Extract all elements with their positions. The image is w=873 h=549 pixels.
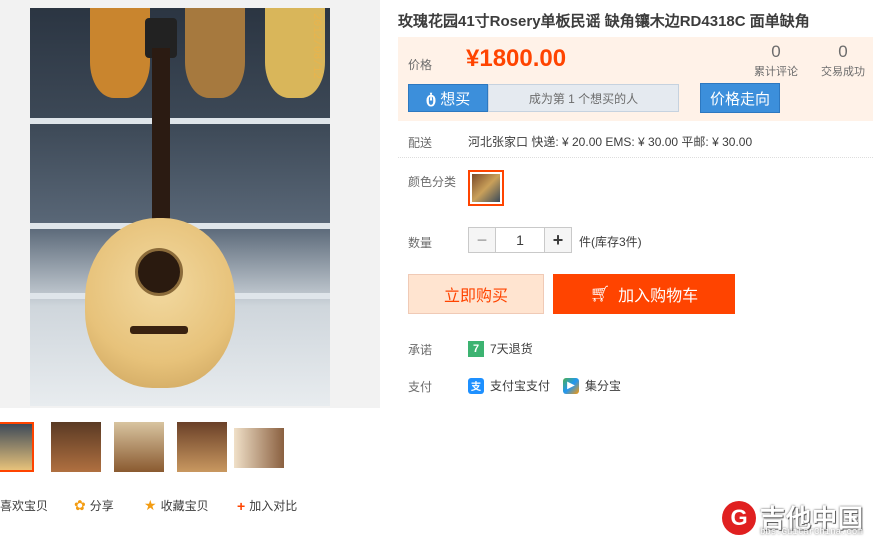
sales-count-label: 交易成功 (821, 66, 865, 78)
thumbnail-5[interactable] (234, 428, 284, 468)
review-count[interactable]: 0 累计评论 (746, 42, 806, 79)
color-option[interactable] (468, 170, 504, 206)
buy-now-button[interactable]: 立即购买 (408, 274, 544, 314)
seven-day-icon: 7 (468, 340, 484, 357)
favorite-button[interactable]: ★ 收藏宝贝 (144, 497, 209, 514)
share-icon: ✿ (74, 497, 86, 513)
shelf (30, 118, 330, 124)
stock-info: 件(库存3件) (579, 235, 642, 249)
share-label: 分享 (89, 499, 114, 513)
thumbnail-strip (0, 422, 380, 476)
price-trend-button[interactable]: 价格走向 (700, 83, 780, 113)
add-to-cart-button[interactable]: 🛒︎ 加入购物车 (553, 274, 735, 314)
guitar-bridge (130, 326, 188, 334)
date-stamp: 2012/08/12 (310, 13, 322, 80)
sales-count-number: 0 (838, 42, 848, 61)
want-label: 想买 (440, 90, 471, 108)
price-value: ¥1800.00 (466, 45, 567, 72)
thumbnail-1[interactable] (0, 422, 34, 472)
sales-count[interactable]: 0 交易成功 (813, 42, 873, 79)
return-text: 7天退货 (490, 342, 533, 356)
quantity-label: 数量 (408, 236, 433, 250)
hanging-guitar (185, 8, 245, 98)
main-product-image[interactable]: 2012/08/12 (0, 0, 380, 408)
payment-alipay[interactable]: 支 支付宝支付 (468, 377, 550, 394)
price-box: 价格 ¥1800.00 0 累计评论 0 交易成功 ტ 想买 成为第 1 个想买… (398, 37, 873, 121)
want-button[interactable]: ტ 想买 (408, 84, 488, 112)
review-count-label: 累计评论 (754, 66, 798, 78)
watermark-url: bbs.GuitarChina.com (760, 527, 863, 537)
guitar-soundhole (135, 248, 183, 296)
quantity-stepper: − + (468, 227, 572, 253)
plus-icon: + (237, 497, 246, 514)
compare-label: 加入对比 (249, 499, 298, 513)
alipay-icon: 支 (468, 377, 484, 394)
product-actions: 喜欢宝贝 ✿ 分享 ★ 收藏宝贝 + 加入对比 (0, 497, 380, 517)
thumbnail-4[interactable] (177, 422, 227, 472)
site-watermark: G 吉他中国 bbs.GuitarChina.com (722, 499, 870, 539)
favorite-label: 收藏宝贝 (160, 499, 209, 513)
quantity-input[interactable] (496, 227, 544, 253)
guitar-photo: 2012/08/12 (30, 8, 330, 406)
add-cart-label: 加入购物车 (618, 288, 699, 305)
guitarchina-logo-icon: G (722, 501, 756, 535)
hanging-guitar (90, 8, 150, 98)
share-button[interactable]: ✿ 分享 (74, 497, 114, 514)
jifenbao-label: 集分宝 (585, 379, 622, 393)
payment-jifenbao[interactable]: ▶ 集分宝 (563, 377, 621, 394)
review-count-number: 0 (771, 42, 781, 61)
want-icon: ტ (425, 90, 437, 107)
guitar-body (85, 218, 235, 388)
price-label: 价格 (408, 58, 433, 72)
decrement-button[interactable]: − (468, 227, 496, 253)
thumbnail-2[interactable] (51, 422, 101, 472)
like-label: 喜欢宝贝 (0, 499, 49, 513)
want-info: 成为第 1 个想买的人 (488, 84, 679, 112)
cart-icon: 🛒︎ (589, 286, 611, 303)
payment-label: 支付 (408, 380, 433, 394)
shipping-label: 配送 (408, 136, 433, 150)
product-title: 玫瑰花园41寸Rosery单板民谣 缺角镶木边RD4318C 面单缺角 (398, 13, 810, 30)
divider (398, 157, 873, 158)
thumbnail-3[interactable] (114, 422, 164, 472)
return-promise[interactable]: 7 7天退货 (468, 340, 533, 357)
like-button[interactable]: 喜欢宝贝 (0, 497, 48, 514)
alipay-label: 支付宝支付 (490, 379, 551, 393)
compare-button[interactable]: + 加入对比 (237, 497, 297, 514)
star-icon: ★ (144, 497, 157, 513)
jifenbao-icon: ▶ (563, 377, 579, 394)
shipping-info: 河北张家口 快递: ¥ 20.00 EMS: ¥ 30.00 平邮: ¥ 30.… (468, 135, 753, 149)
increment-button[interactable]: + (544, 227, 572, 253)
color-swatch (472, 174, 500, 202)
color-label: 颜色分类 (408, 175, 457, 189)
promise-label: 承诺 (408, 343, 433, 357)
